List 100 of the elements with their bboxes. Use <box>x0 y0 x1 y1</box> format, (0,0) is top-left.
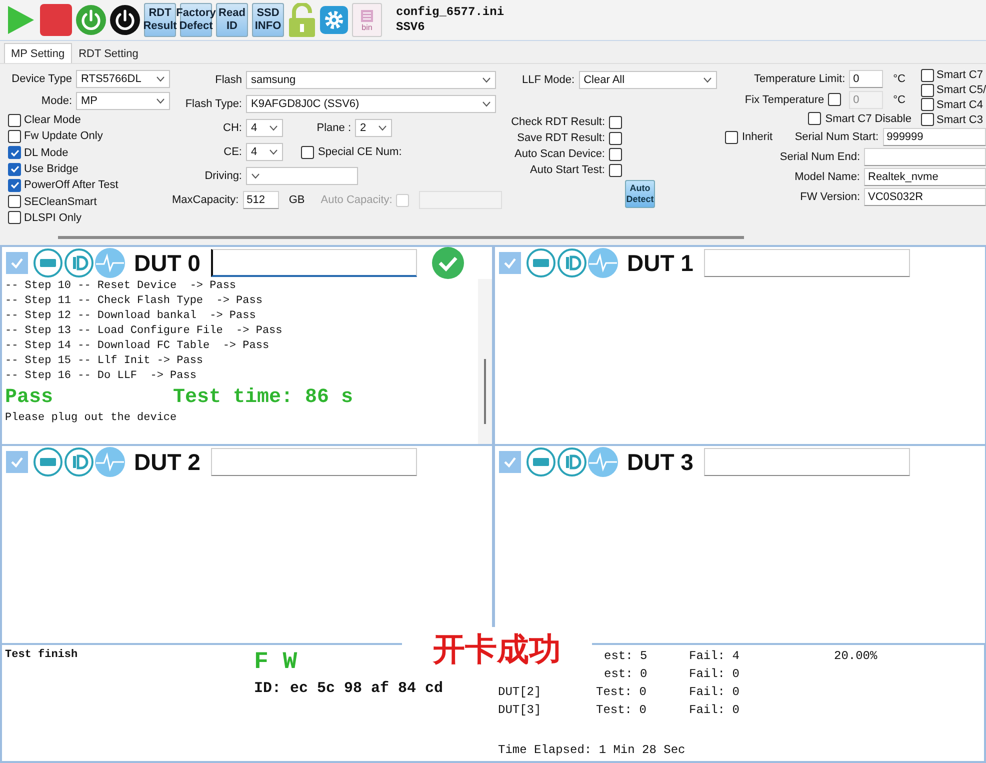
pulse-icon[interactable] <box>95 248 125 278</box>
checkbox-label: Auto Start Test: <box>530 164 605 176</box>
capacity-field[interactable]: 512 <box>242 191 279 209</box>
field-label: Flash Type: <box>184 98 242 110</box>
rdt-icon[interactable] <box>33 248 63 278</box>
serial-field[interactable] <box>211 249 418 277</box>
dropdown[interactable]: 2 <box>355 119 392 137</box>
start-button[interactable] <box>6 3 36 37</box>
dropdown[interactable]: Clear All <box>578 71 717 89</box>
checkbox[interactable] <box>921 98 934 112</box>
toolbar-button[interactable]: Read ID <box>216 3 248 37</box>
pulse-icon[interactable] <box>588 248 618 278</box>
checkbox-label: Inherit <box>742 131 773 144</box>
checkbox[interactable] <box>8 211 21 224</box>
checkbox[interactable] <box>609 116 622 128</box>
field-label: Serial Num End: <box>778 151 860 164</box>
id-icon[interactable] <box>64 248 94 278</box>
checkbox[interactable] <box>499 451 521 473</box>
unit-label: °C <box>893 72 906 84</box>
checkbox[interactable] <box>828 93 842 106</box>
serial-field[interactable] <box>211 448 418 476</box>
dropdown[interactable]: MP <box>76 92 170 110</box>
checkbox-label: SECleanSmart <box>24 196 97 208</box>
scrollbar[interactable] <box>478 279 492 444</box>
checkbox[interactable] <box>8 146 21 160</box>
checkbox-label: Smart C3 <box>936 114 983 126</box>
checkbox[interactable] <box>8 195 21 208</box>
id-icon[interactable] <box>557 248 587 278</box>
lock-button[interactable] <box>288 3 316 37</box>
chevron-icon <box>156 76 165 82</box>
checkbox-label: Save RDT Result: <box>517 132 605 144</box>
text-field[interactable]: VC0S032R <box>864 188 986 206</box>
checkbox-label: DL Mode <box>24 146 68 159</box>
chevron-icon <box>269 125 278 131</box>
text-field[interactable]: 999999 <box>882 128 986 146</box>
checkbox[interactable] <box>921 84 934 97</box>
rdt-icon[interactable] <box>526 248 556 278</box>
tab[interactable]: MP Setting <box>4 43 72 63</box>
serial-field[interactable] <box>704 249 910 277</box>
checkbox[interactable] <box>609 148 622 160</box>
pulse-icon[interactable] <box>588 447 618 477</box>
text-field[interactable] <box>864 148 986 166</box>
dropdown[interactable]: 4 <box>246 143 283 161</box>
id-text: ID: ec 5c 98 af 84 cd <box>254 680 444 697</box>
temperature-field[interactable]: 0 <box>849 70 884 88</box>
test-count: est: 5 <box>604 649 648 663</box>
fail-count: Fail: 0 <box>689 703 740 717</box>
document-icon <box>359 8 375 22</box>
checkbox[interactable] <box>301 146 314 158</box>
toolbar-button[interactable]: RDT Result <box>144 3 176 37</box>
bin-file-button[interactable]: bin <box>352 3 382 37</box>
dropdown[interactable]: samsung <box>246 71 496 89</box>
field-label: LLF Mode: <box>522 74 575 86</box>
test-time: Test time: 86 s <box>173 386 354 409</box>
test-count: Test: 0 <box>596 685 646 699</box>
checkbox[interactable] <box>921 68 934 82</box>
checkbox[interactable] <box>499 252 521 274</box>
checkbox[interactable] <box>6 451 28 473</box>
checkbox[interactable] <box>8 114 21 127</box>
checkbox[interactable] <box>921 113 934 126</box>
auto-detect-button[interactable]: Auto Detect <box>625 180 655 208</box>
chevron-icon <box>251 173 260 179</box>
status-text: Test finish <box>5 649 78 661</box>
checkbox[interactable] <box>8 130 21 143</box>
config-text: config_6577.ini <box>396 5 504 20</box>
power-button[interactable] <box>110 3 140 37</box>
field-label: MaxCapacity: <box>172 194 239 206</box>
dut-title: DUT 1 <box>627 250 694 276</box>
config-text: SSV6 <box>396 20 426 35</box>
rdt-icon[interactable] <box>526 447 556 477</box>
dut-label: DUT[3] <box>498 703 542 717</box>
id-icon[interactable] <box>64 447 94 477</box>
checkbox[interactable] <box>609 132 622 144</box>
chevron-icon <box>703 77 712 83</box>
serial-field[interactable] <box>704 448 910 476</box>
dropdown[interactable]: 4 <box>246 119 283 137</box>
checkbox[interactable] <box>8 178 21 192</box>
log-line: -- Step 14 -- Download FC Table -> Pass <box>5 339 270 354</box>
checkbox[interactable] <box>808 112 822 125</box>
rdt-icon[interactable] <box>33 447 63 477</box>
checkbox[interactable] <box>725 130 738 144</box>
fw-label: F W <box>254 649 298 676</box>
log-line: -- Step 16 -- Do LLF -> Pass <box>5 369 198 384</box>
checkbox[interactable] <box>6 252 28 274</box>
chevron-icon <box>156 98 165 104</box>
pulse-icon[interactable] <box>95 447 125 477</box>
stop-button[interactable] <box>40 3 72 37</box>
toolbar-button[interactable]: SSD INFO <box>252 3 284 37</box>
id-icon[interactable] <box>557 447 587 477</box>
field-label: CE: <box>222 146 242 158</box>
settings-button[interactable] <box>320 3 348 37</box>
checkbox[interactable] <box>609 164 622 176</box>
unit-label: GB <box>288 194 305 206</box>
dropdown[interactable]: RTS5766DL <box>76 70 170 88</box>
field-label: CH: <box>222 122 242 134</box>
dropdown[interactable]: K9AFGD8J0C (SSV6) <box>246 95 496 113</box>
checkbox-label: PowerOff After Test <box>24 179 118 192</box>
checkbox-label: Use Bridge <box>24 163 78 176</box>
text-field[interactable]: Realtek_nvme <box>864 168 986 186</box>
checkbox[interactable] <box>8 162 21 176</box>
